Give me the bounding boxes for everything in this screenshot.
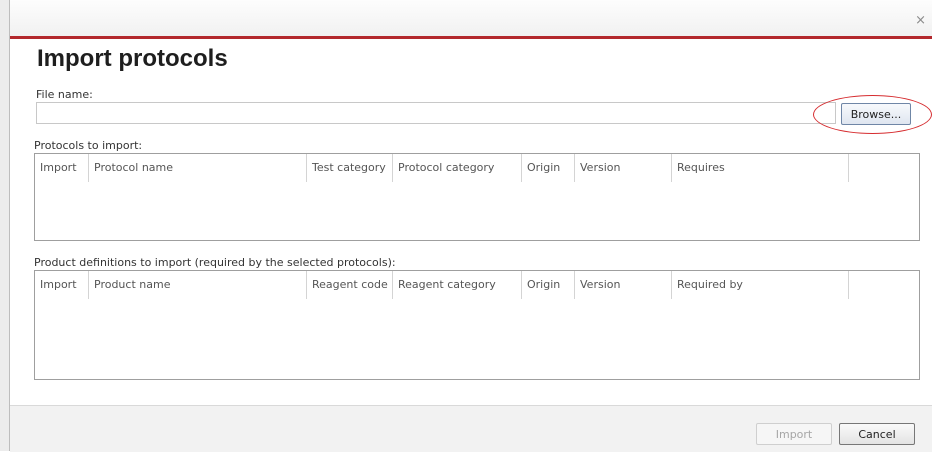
column-header-reagent-code[interactable]: Reagent code [307,271,393,299]
column-header-import[interactable]: Import [35,271,89,299]
column-header-required-by[interactable]: Required by [672,271,849,299]
protocols-table[interactable]: Import Protocol name Test category Proto… [34,153,920,241]
column-header-requires[interactable]: Requires [672,154,849,182]
browse-button[interactable]: Browse... [841,103,911,125]
products-table[interactable]: Import Product name Reagent code Reagent… [34,270,920,380]
title-divider [10,36,932,39]
background-window-edge [0,0,10,451]
column-header-blank [849,271,919,299]
dialog-titlebar: × [10,0,932,36]
column-header-import[interactable]: Import [35,154,89,182]
import-button[interactable]: Import [756,423,832,445]
page-title: Import protocols [37,45,228,72]
column-header-reagent-category[interactable]: Reagent category [393,271,522,299]
column-header-origin[interactable]: Origin [522,271,575,299]
protocols-table-header: Import Protocol name Test category Proto… [35,154,919,182]
protocols-to-import-label: Protocols to import: [34,139,143,152]
column-header-test-category[interactable]: Test category [307,154,393,182]
import-protocols-dialog: × Import protocols File name: Browse... … [10,0,932,452]
product-definitions-label: Product definitions to import (required … [34,256,396,269]
column-header-blank [849,154,919,182]
products-table-header: Import Product name Reagent code Reagent… [35,271,919,299]
column-header-product-name[interactable]: Product name [89,271,307,299]
cancel-button[interactable]: Cancel [839,423,915,445]
column-header-version[interactable]: Version [575,271,672,299]
column-header-protocol-category[interactable]: Protocol category [393,154,522,182]
column-header-origin[interactable]: Origin [522,154,575,182]
file-name-label: File name: [36,88,93,101]
file-name-input[interactable] [36,102,836,124]
column-header-protocol-name[interactable]: Protocol name [89,154,307,182]
dialog-footer: Import Cancel [10,405,932,452]
column-header-version[interactable]: Version [575,154,672,182]
close-icon[interactable]: × [915,13,926,28]
